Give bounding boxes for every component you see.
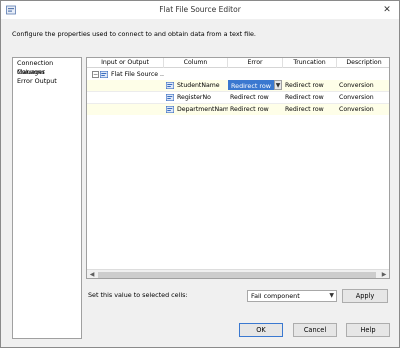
error-cell[interactable]: Redirect row (230, 92, 283, 103)
collapse-toggle[interactable]: − (92, 71, 99, 78)
error-cell[interactable]: Redirect row (230, 104, 283, 115)
chevron-down-icon[interactable]: ▼ (274, 80, 282, 90)
tree-node-label[interactable]: Flat File Source ... (111, 69, 164, 80)
window-title: Flat File Source Editor (159, 5, 241, 14)
table-row[interactable]: StudentName Redirect row ▼ Redirect row … (87, 80, 389, 91)
truncation-cell[interactable]: Redirect row (285, 104, 337, 115)
source-icon (100, 71, 108, 78)
editor-description: Configure the properties used to connect… (12, 30, 256, 38)
flat-file-source-editor-window: Flat File Source Editor ✕ Configure the … (0, 0, 400, 348)
column-name-cell[interactable]: StudentName (177, 80, 228, 91)
set-value-label: Set this value to selected cells: (88, 291, 188, 299)
title-bar: Flat File Source Editor ✕ (1, 1, 399, 19)
set-value-selected: Fail component (251, 292, 300, 300)
column-icon (166, 94, 174, 101)
sidebar-item-error-output[interactable]: Error Output (13, 77, 81, 86)
sidebar-item-connection-manager[interactable]: Connection Manager (13, 59, 81, 76)
help-button[interactable]: Help (346, 323, 390, 337)
header-input-or-output: Input or Output (87, 58, 164, 68)
truncation-cell[interactable]: Redirect row (285, 80, 337, 91)
close-icon[interactable]: ✕ (381, 4, 393, 16)
header-description: Description (346, 59, 382, 66)
header-truncation: Truncation (283, 58, 337, 68)
apply-button[interactable]: Apply (342, 289, 388, 303)
sidebar-nav: Connection Manager Columns Error Output (12, 57, 82, 339)
scroll-left-icon[interactable]: ◀ (87, 270, 97, 278)
set-value-select[interactable]: Fail component ▼ (247, 290, 337, 302)
table-row[interactable]: RegisterNo Redirect row Redirect row Con… (87, 92, 389, 103)
header-column: Column (164, 58, 228, 68)
truncation-cell[interactable]: Redirect row (285, 92, 337, 103)
scroll-right-icon[interactable]: ▶ (379, 270, 389, 278)
sidebar-item-columns[interactable]: Columns (13, 68, 81, 77)
table-row[interactable]: DepartmentName Redirect row Redirect row… (87, 104, 389, 115)
column-name-cell[interactable]: RegisterNo (177, 92, 228, 103)
column-name-cell[interactable]: DepartmentName (177, 104, 228, 115)
scroll-thumb[interactable] (98, 272, 376, 278)
error-output-grid: Input or Output Column Error Truncation … (86, 57, 390, 279)
description-cell: Conversion (339, 82, 374, 89)
header-error: Error (228, 58, 283, 68)
horizontal-scrollbar[interactable]: ◀ ▶ (87, 269, 389, 278)
chevron-down-icon: ▼ (329, 292, 334, 299)
column-icon (166, 106, 174, 113)
description-cell: Conversion (339, 94, 374, 101)
grid-header: Input or Output Column Error Truncation … (87, 58, 389, 68)
ok-button[interactable]: OK (239, 323, 283, 337)
cancel-button[interactable]: Cancel (293, 323, 337, 337)
description-cell: Conversion (339, 106, 374, 113)
column-icon (166, 82, 174, 89)
tree-row: − Flat File Source ... (87, 69, 389, 80)
